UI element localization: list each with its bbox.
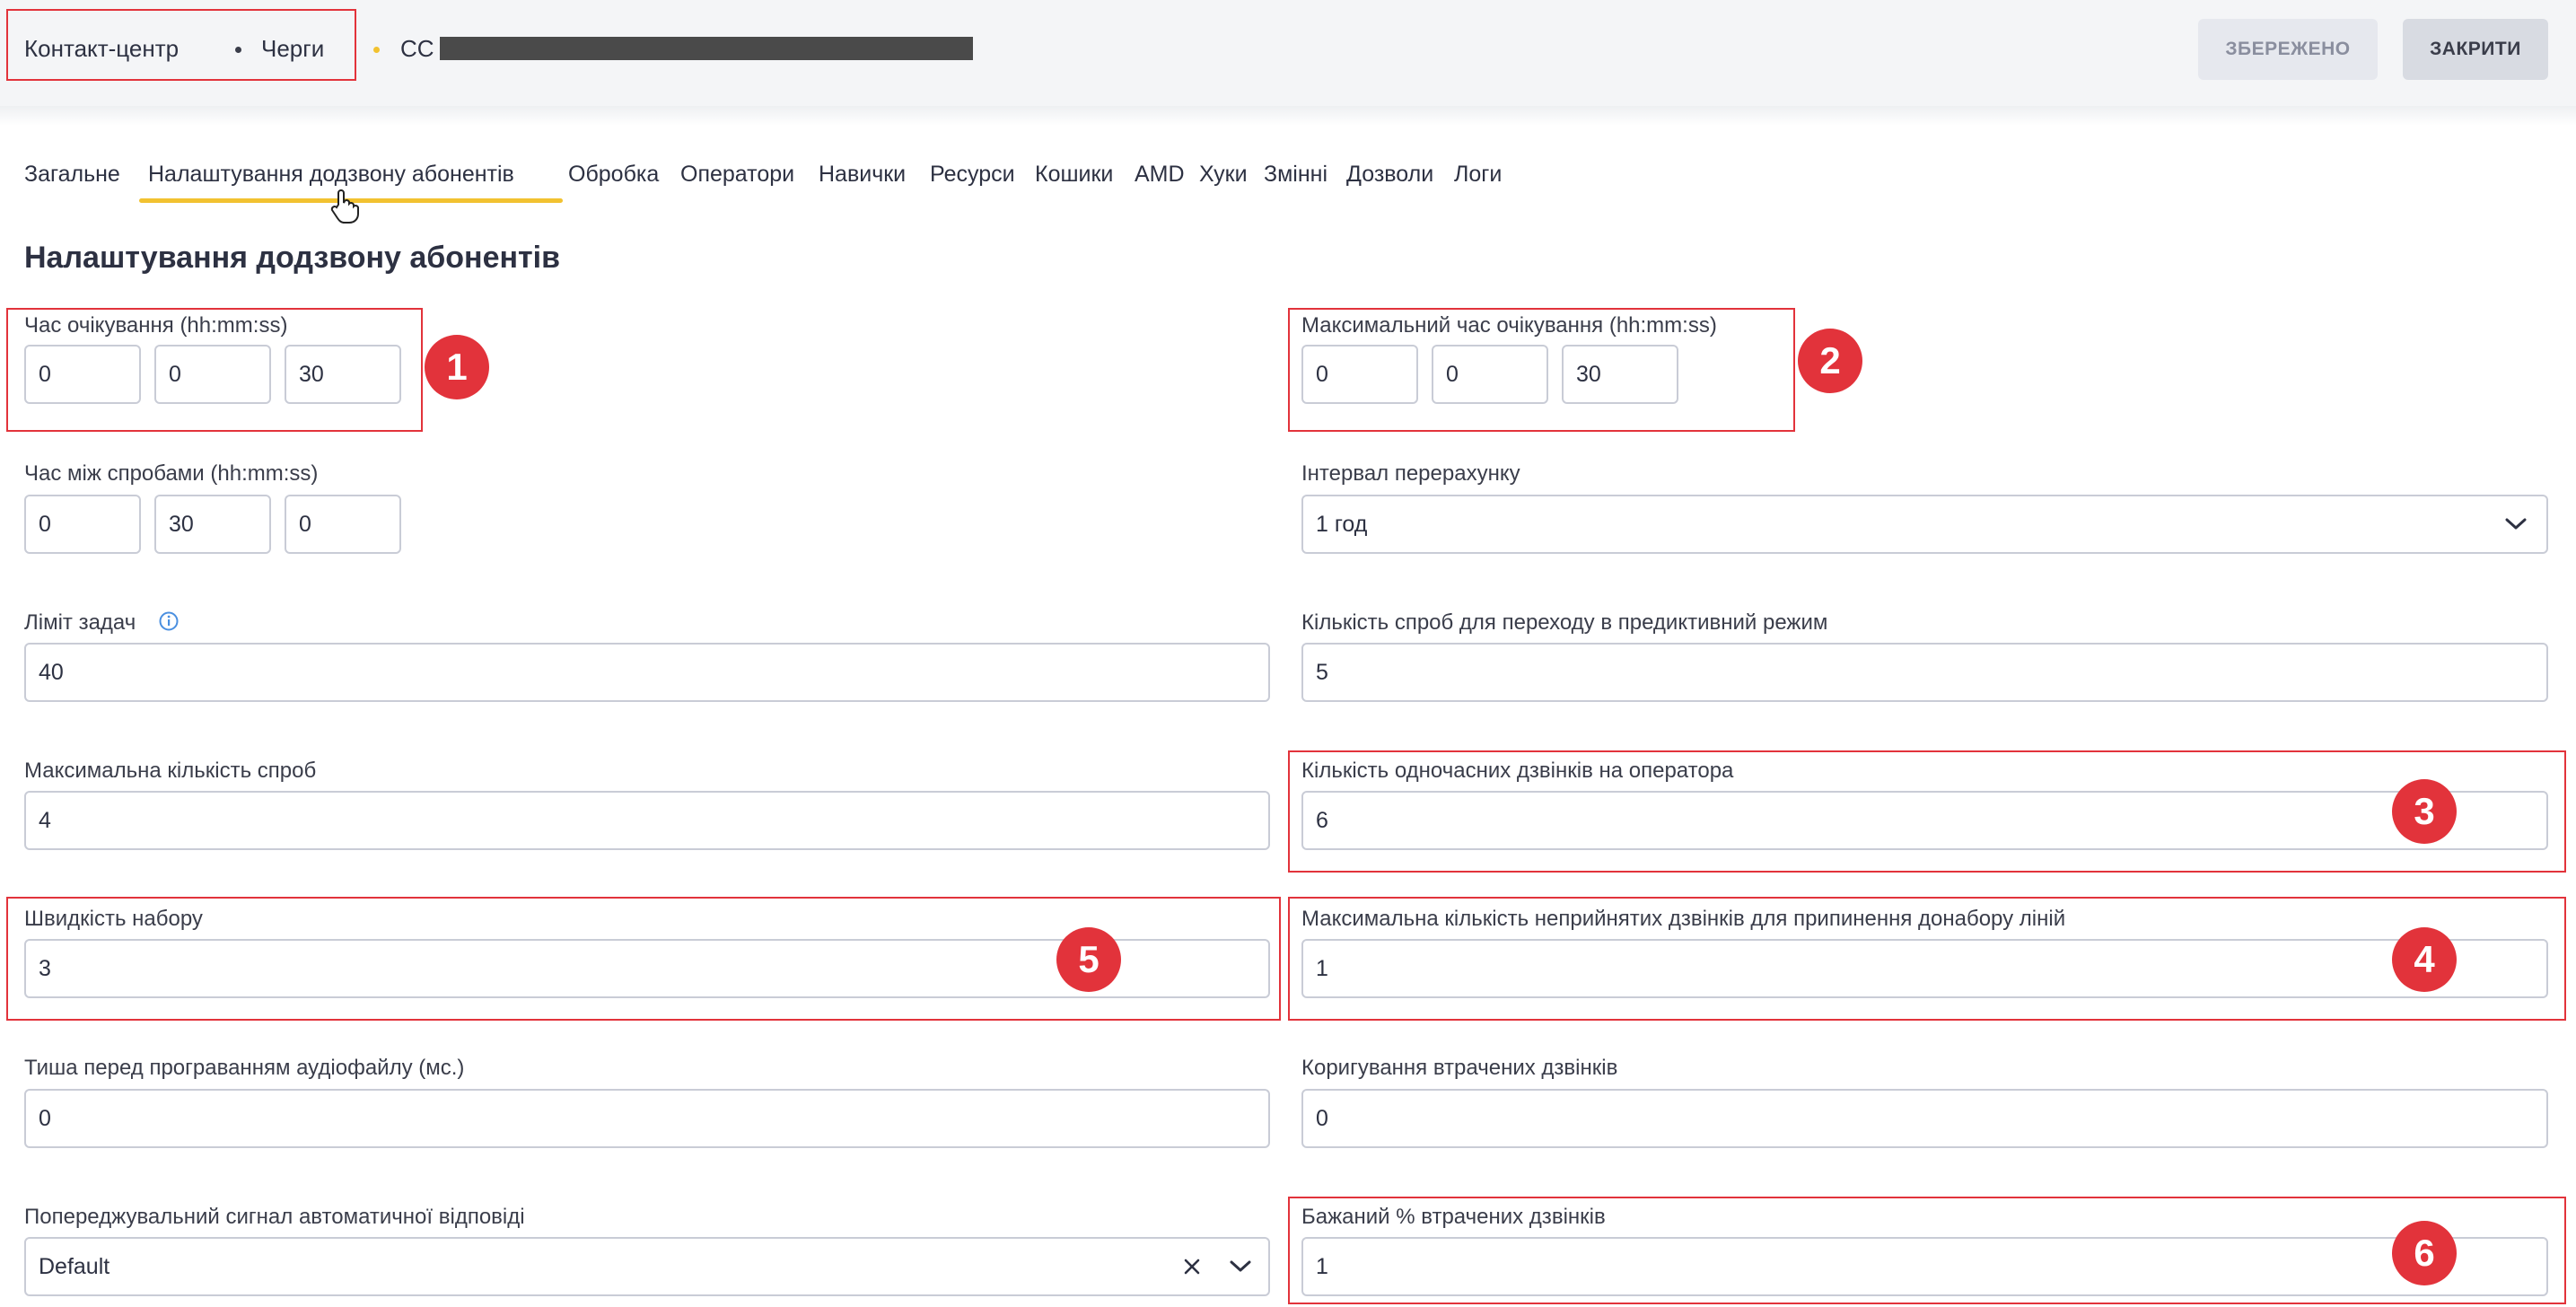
annotation-highlight-2 xyxy=(1288,308,1795,432)
annotation-highlight-3 xyxy=(1288,750,2566,873)
tab-hooks[interactable]: Хуки xyxy=(1199,162,1248,188)
lost-calls-correction-input[interactable]: 0 xyxy=(1301,1089,2548,1148)
tab-operators[interactable]: Оператори xyxy=(680,162,794,188)
top-bar xyxy=(0,0,2576,106)
info-icon[interactable] xyxy=(159,611,179,631)
breadcrumb-separator-current xyxy=(373,47,380,53)
retry-interval-seconds-input[interactable]: 0 xyxy=(285,495,401,554)
tab-variables[interactable]: Змінні xyxy=(1264,162,1327,188)
predictive-attempts-input[interactable]: 5 xyxy=(1301,643,2548,702)
clear-x-icon[interactable] xyxy=(1182,1257,1202,1276)
max-attempts-label: Максимальна кількість спроб xyxy=(24,759,317,783)
annotation-highlight-6 xyxy=(1288,1197,2566,1304)
answer-warning-signal-select[interactable]: Default xyxy=(24,1237,1270,1296)
tab-baskets[interactable]: Кошики xyxy=(1035,162,1113,188)
silence-before-audio-label: Тиша перед програванням аудіофайлу (мс.) xyxy=(24,1056,465,1080)
annotation-highlight-4 xyxy=(1288,897,2566,1021)
recalc-interval-select[interactable]: 1 год xyxy=(1301,495,2548,554)
retry-interval-label: Час між спробами (hh:mm:ss) xyxy=(24,461,319,486)
tab-processing[interactable]: Обробка xyxy=(568,162,659,188)
annotation-badge-2: 2 xyxy=(1798,329,1862,393)
task-limit-label: Ліміт задач xyxy=(24,610,136,635)
retry-interval-minutes-input[interactable]: 30 xyxy=(154,495,271,554)
task-limit-input[interactable]: 40 xyxy=(24,643,1270,702)
answer-warning-signal-label: Попереджувальний сигнал автоматичної від… xyxy=(24,1205,525,1229)
tab-permissions[interactable]: Дозволи xyxy=(1346,162,1433,188)
tab-amd[interactable]: AMD xyxy=(1135,162,1185,188)
breadcrumb-item-contact-center[interactable]: Контакт-центр xyxy=(24,35,179,63)
top-bar-shadow xyxy=(0,106,2576,126)
annotation-badge-1: 1 xyxy=(425,335,489,399)
tab-skills[interactable]: Навички xyxy=(819,162,906,188)
tab-resources[interactable]: Ресурси xyxy=(930,162,1015,188)
annotation-badge-5: 5 xyxy=(1056,927,1121,992)
breadcrumb-separator xyxy=(235,47,241,53)
tab-dial-settings[interactable]: Налаштування додзвону абонентів xyxy=(148,162,514,188)
annotation-badge-6: 6 xyxy=(2392,1221,2457,1285)
tab-logs[interactable]: Логи xyxy=(1454,162,1502,188)
annotation-highlight-1 xyxy=(6,308,423,432)
breadcrumb-item-queues[interactable]: Черги xyxy=(261,35,324,63)
annotation-badge-4: 4 xyxy=(2392,927,2457,992)
breadcrumb-current: СС xyxy=(400,35,434,62)
saved-button[interactable]: ЗБЕРЕЖЕНО xyxy=(2198,19,2378,80)
lost-calls-correction-label: Коригування втрачених дзвінків xyxy=(1301,1056,1618,1080)
chevron-down-icon[interactable] xyxy=(2504,517,2528,531)
page-title: Налаштування додзвону абонентів xyxy=(24,241,561,275)
retry-interval-hours-input[interactable]: 0 xyxy=(24,495,141,554)
chevron-down-icon[interactable] xyxy=(1229,1259,1252,1274)
max-attempts-input[interactable]: 4 xyxy=(24,791,1270,850)
hand-pointer-icon xyxy=(330,189,359,224)
silence-before-audio-input[interactable]: 0 xyxy=(24,1089,1270,1148)
recalc-interval-label: Інтервал перерахунку xyxy=(1301,461,1520,486)
predictive-attempts-label: Кількість спроб для переходу в предиктив… xyxy=(1301,610,1828,635)
annotation-badge-3: 3 xyxy=(2392,779,2457,844)
redacted-queue-name xyxy=(440,37,973,60)
close-button[interactable]: ЗАКРИТИ xyxy=(2403,19,2548,80)
tab-general[interactable]: Загальне xyxy=(24,162,120,188)
